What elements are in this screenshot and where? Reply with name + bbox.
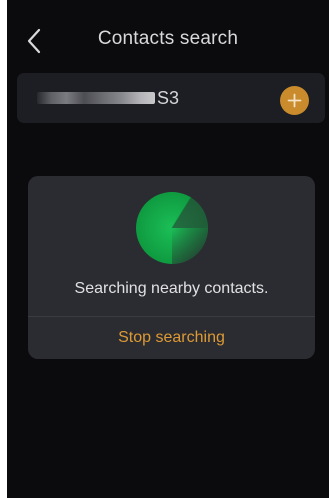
add-contact-button[interactable] bbox=[280, 86, 309, 115]
device-name-suffix: S3 bbox=[157, 87, 180, 108]
page-title: Contacts search bbox=[97, 28, 239, 49]
device-name: S3 bbox=[37, 87, 179, 109]
search-dialog: Searching nearby contacts. Stop searchin… bbox=[28, 176, 315, 359]
app-screen: Contacts search S3 Searching nearby cont… bbox=[7, 0, 329, 498]
device-list-item[interactable]: S3 bbox=[17, 73, 325, 123]
header: Contacts search bbox=[7, 0, 329, 74]
radar-scan-icon bbox=[136, 192, 209, 264]
plus-icon bbox=[287, 93, 302, 108]
stop-searching-button[interactable]: Stop searching bbox=[28, 317, 315, 359]
redacted-name-block bbox=[37, 92, 155, 104]
search-status-text: Searching nearby contacts. bbox=[74, 280, 269, 297]
